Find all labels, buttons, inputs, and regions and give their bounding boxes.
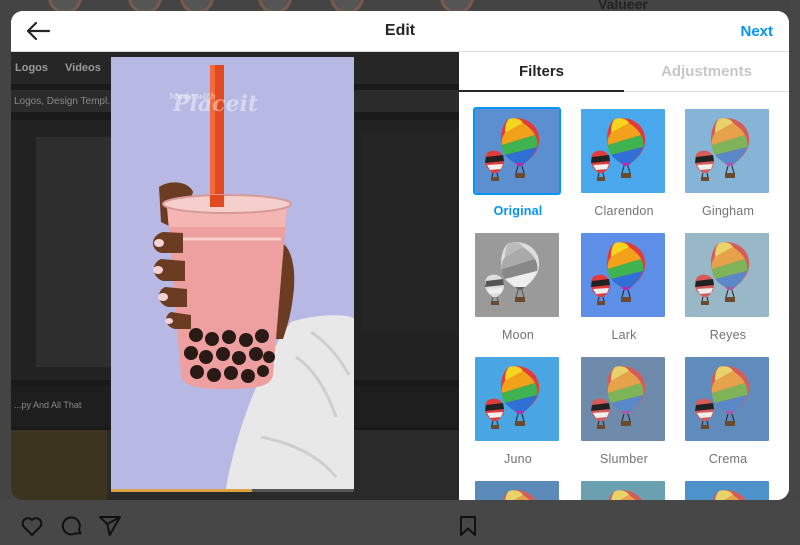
ghost-side-panel <box>361 132 459 332</box>
modal-title: Edit <box>384 22 416 39</box>
ghost-breadcrumb: Logos, Design Templ... <box>14 96 116 107</box>
balloon-image <box>581 233 665 317</box>
balloon-image <box>685 357 769 441</box>
filter-more[interactable] <box>579 479 669 500</box>
filter-thumbnail[interactable] <box>683 355 771 443</box>
filter-label: Crema <box>708 452 748 466</box>
tab-filters[interactable]: Filters <box>459 52 624 92</box>
balloon-image <box>475 357 559 441</box>
tab-adjustments[interactable]: Adjustments <box>624 52 789 92</box>
filter-slumber[interactable]: Slumber <box>579 355 669 466</box>
filter-label: Slumber <box>600 452 648 466</box>
comment-icon[interactable] <box>60 514 84 538</box>
balloon-image <box>685 481 769 500</box>
balloon-image <box>581 357 665 441</box>
filter-thumbnail[interactable] <box>473 231 561 319</box>
photo-preview-area: Logos Videos Logos, Design Templ... ...p… <box>11 52 459 500</box>
balloon-image <box>685 233 769 317</box>
bubble-tea-image <box>152 65 354 489</box>
editor-tabs: Filters Adjustments <box>459 52 789 92</box>
next-button[interactable]: Next <box>740 23 773 40</box>
filter-lark[interactable]: Lark <box>579 231 669 342</box>
balloon-image <box>475 109 559 193</box>
filter-more[interactable] <box>473 479 563 500</box>
share-icon[interactable] <box>98 514 122 538</box>
backdrop-right-edge <box>790 0 800 545</box>
filter-label: Gingham <box>701 204 755 218</box>
filter-more[interactable] <box>683 479 773 500</box>
ghost-card <box>36 137 116 367</box>
filter-thumbnail[interactable] <box>473 107 561 195</box>
ghost-nav-item: Logos <box>15 62 48 74</box>
balloon-image <box>475 233 559 317</box>
filter-moon[interactable]: Moon <box>473 231 563 342</box>
filter-thumbnail[interactable] <box>579 355 667 443</box>
balloon-image <box>581 481 665 500</box>
photo-progress-bar <box>111 489 354 492</box>
filter-thumbnail[interactable] <box>579 107 667 195</box>
filter-thumbnail[interactable] <box>579 231 667 319</box>
ghost-nav-item: Videos <box>65 62 101 74</box>
filter-gingham[interactable]: Gingham <box>683 107 773 218</box>
ghost-strip-text: ...py And All That <box>14 400 82 410</box>
edited-photo: Made with Placeit <box>111 57 354 489</box>
editor-panel: Filters Adjustments Original Clarendon Gin… <box>459 52 789 500</box>
filter-thumbnail[interactable] <box>683 231 771 319</box>
photo-watermark: Made with Placeit <box>169 91 259 117</box>
photo-progress-fill <box>111 489 252 492</box>
filter-label: Original <box>493 204 543 218</box>
filter-thumbnail[interactable] <box>579 479 667 500</box>
bookmark-icon[interactable] <box>456 514 480 538</box>
balloon-image <box>581 109 665 193</box>
balloon-image <box>475 481 559 500</box>
filter-thumbnail[interactable] <box>683 107 771 195</box>
watermark-line2: Placeit <box>173 91 259 117</box>
ghost-thumbnail <box>11 430 107 500</box>
filter-juno[interactable]: Juno <box>473 355 563 466</box>
heart-icon[interactable] <box>20 514 44 538</box>
filter-label: Juno <box>504 452 532 466</box>
edit-modal: Edit Next Logos Videos Logos, Design Tem… <box>11 11 789 500</box>
filter-clarendon[interactable]: Clarendon <box>579 107 669 218</box>
filter-original[interactable]: Original <box>473 107 563 218</box>
filter-thumbnail[interactable] <box>473 479 561 500</box>
filter-label: Lark <box>611 328 637 342</box>
filter-thumbnail[interactable] <box>683 479 771 500</box>
filter-label: Clarendon <box>594 204 654 218</box>
filter-thumbnail[interactable] <box>473 355 561 443</box>
balloon-image <box>685 109 769 193</box>
filter-label: Reyes <box>709 328 747 342</box>
filter-reyes[interactable]: Reyes <box>683 231 773 342</box>
filter-crema[interactable]: Crema <box>683 355 773 466</box>
filter-label: Moon <box>501 328 535 342</box>
modal-header: Edit Next <box>11 11 789 52</box>
